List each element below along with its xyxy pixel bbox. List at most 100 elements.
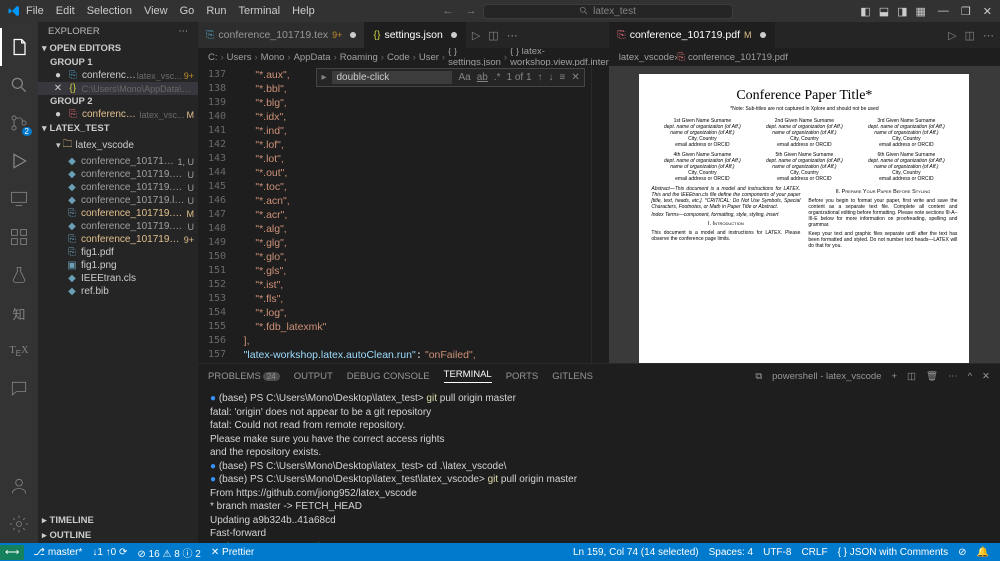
nav-fwd-icon[interactable]: →: [460, 5, 483, 17]
nav-back-icon[interactable]: ←: [437, 5, 460, 17]
prev-match-icon[interactable]: ↑: [538, 72, 543, 83]
tab-tex[interactable]: ⎘conference_101719.tex9+: [198, 22, 365, 48]
menu-selection[interactable]: Selection: [81, 5, 138, 17]
notifications-icon[interactable]: 🔔: [972, 547, 994, 558]
file-item[interactable]: ◆ref.bib: [38, 285, 198, 298]
file-item[interactable]: ◆conference_101719.bblU: [38, 168, 198, 181]
split-editor-icon[interactable]: ◫: [965, 29, 975, 42]
encoding[interactable]: UTF-8: [758, 547, 796, 558]
menu-run[interactable]: Run: [200, 5, 232, 17]
feedback-icon[interactable]: ⊘: [953, 547, 971, 558]
match-case-icon[interactable]: Aa: [458, 72, 470, 83]
file-item[interactable]: ◆conference_101719.aux1, U: [38, 155, 198, 168]
customize-layout-icon[interactable]: ▦: [916, 5, 926, 18]
panel-tab-ports[interactable]: PORTS: [506, 371, 539, 382]
command-center[interactable]: latex_test: [483, 4, 733, 19]
code-editor[interactable]: ▸ Aa ab .* 1 of 1 ↑ ↓ ≡ ✕ 13713813914014…: [198, 66, 609, 363]
file-item[interactable]: ◆conference_101719.blgU: [38, 181, 198, 194]
remote-indicator[interactable]: ⟷: [0, 545, 24, 560]
file-item[interactable]: ⎘fig1.pdf: [38, 246, 198, 259]
whole-word-icon[interactable]: ab: [477, 72, 488, 83]
file-item[interactable]: ◆conference_101719.logU: [38, 194, 198, 207]
panel-tab-terminal[interactable]: TERMINAL: [444, 369, 492, 383]
file-item[interactable]: ▣fig1.png: [38, 259, 198, 272]
pdf-canvas[interactable]: Conference Paper Title* *Note: Sub-title…: [609, 66, 1000, 363]
split-editor-icon[interactable]: ◫: [488, 29, 498, 42]
regex-icon[interactable]: .*: [494, 72, 501, 83]
find-input[interactable]: [332, 71, 452, 84]
explorer-icon[interactable]: [0, 28, 38, 66]
toggle-panel-icon[interactable]: ⬓: [879, 5, 889, 18]
more-icon[interactable]: ⋯: [983, 29, 994, 42]
problems-status[interactable]: ⊘ 16 ⚠ 8 ⓘ 2: [132, 545, 205, 560]
panel-tab-debug[interactable]: DEBUG CONSOLE: [347, 371, 430, 382]
terminal-profile-icon[interactable]: ⧉: [755, 371, 762, 382]
file-item[interactable]: ◆conference_101719.synctex.gzU: [38, 220, 198, 233]
folder-row[interactable]: ▾🗀latex_vscode: [38, 136, 198, 155]
file-item[interactable]: ◆IEEEtran.cls: [38, 272, 198, 285]
new-terminal-icon[interactable]: +: [891, 371, 897, 382]
open-editor-item[interactable]: ✕{}settings.jsonC:\Users\Mono\AppData\R.…: [38, 82, 198, 95]
scm-icon[interactable]: 2: [0, 104, 38, 142]
terminal[interactable]: ● (base) PS C:\Users\Mono\Desktop\latex_…: [198, 388, 1000, 543]
menu-file[interactable]: File: [20, 5, 50, 17]
outline-section[interactable]: ▸OUTLINE: [38, 528, 198, 543]
git-sync[interactable]: ↓1 ↑0 ⟳: [87, 547, 132, 558]
pdf-breadcrumb[interactable]: latex_vscode›⎘conference_101719.pdf: [609, 48, 1000, 66]
menu-help[interactable]: Help: [286, 5, 321, 17]
open-editor-item[interactable]: ●⎘conference_101719.texlatex_vsc...9+: [38, 69, 198, 82]
tab-settings-json[interactable]: {}settings.json: [365, 22, 465, 48]
tab-pdf[interactable]: ⎘conference_101719.pdfM: [609, 22, 774, 48]
cursor-pos[interactable]: Ln 159, Col 74 (14 selected): [568, 547, 704, 558]
open-editor-item[interactable]: ●⎘conference_101719.pdflatex_vsc...M: [38, 108, 198, 121]
timeline-section[interactable]: ▸TIMELINE: [38, 513, 198, 528]
run-debug-icon[interactable]: [0, 142, 38, 180]
settings-icon[interactable]: [0, 505, 38, 543]
minimap[interactable]: [591, 66, 609, 363]
accounts-icon[interactable]: [0, 467, 38, 505]
split-terminal-icon[interactable]: ◫: [907, 371, 916, 382]
run-icon[interactable]: ▷: [948, 29, 956, 42]
project-section[interactable]: ▾LATEX_TEST: [38, 121, 198, 136]
more-icon[interactable]: ⋯: [179, 26, 189, 37]
close-panel-icon[interactable]: ✕: [982, 371, 990, 382]
comments-icon[interactable]: [0, 370, 38, 408]
more-icon[interactable]: ⋯: [507, 29, 518, 42]
menu-view[interactable]: View: [138, 5, 174, 17]
panel-tab-problems[interactable]: PROBLEMS24: [208, 371, 280, 382]
lang-mode[interactable]: { } JSON with Comments: [833, 547, 954, 558]
terminal-shell-label[interactable]: powershell - latex_vscode: [772, 371, 881, 382]
close-icon[interactable]: ✕: [983, 5, 992, 18]
eol[interactable]: CRLF: [796, 547, 832, 558]
search-icon[interactable]: [0, 66, 38, 104]
maximize-icon[interactable]: ❐: [961, 5, 971, 18]
next-match-icon[interactable]: ↓: [549, 72, 554, 83]
file-item[interactable]: ⎘conference_101719.pdfM: [38, 207, 198, 220]
zhihu-icon[interactable]: 知: [0, 294, 38, 332]
minimize-icon[interactable]: ―: [938, 5, 949, 18]
expand-find-icon[interactable]: ▸: [321, 72, 326, 83]
more-icon[interactable]: ⋯: [948, 371, 958, 382]
maximize-panel-icon[interactable]: ^: [968, 371, 972, 382]
menu-terminal[interactable]: Terminal: [233, 5, 287, 17]
tex-ext-icon[interactable]: TEX: [0, 332, 38, 370]
panel-tab-gitlens[interactable]: GITLENS: [552, 371, 593, 382]
git-branch[interactable]: ⎇ master*: [28, 547, 87, 558]
open-editors-section[interactable]: ▾OPEN EDITORS: [38, 41, 198, 56]
testing-icon[interactable]: [0, 256, 38, 294]
menu-edit[interactable]: Edit: [50, 5, 81, 17]
run-icon[interactable]: ▷: [472, 29, 480, 42]
prettier-status[interactable]: ✕ Prettier: [206, 547, 259, 558]
menu-go[interactable]: Go: [174, 5, 201, 17]
toggle-sidebar-right-icon[interactable]: ◨: [897, 5, 907, 18]
toggle-sidebar-left-icon[interactable]: ◧: [860, 5, 870, 18]
file-item[interactable]: ⎘conference_101719.tex9+: [38, 233, 198, 246]
kill-terminal-icon[interactable]: 🗑: [926, 371, 938, 382]
remote-explorer-icon[interactable]: [0, 180, 38, 218]
close-find-icon[interactable]: ✕: [571, 72, 579, 83]
extensions-icon[interactable]: [0, 218, 38, 256]
panel-tab-output[interactable]: OUTPUT: [294, 371, 333, 382]
indent[interactable]: Spaces: 4: [704, 547, 758, 558]
find-selection-icon[interactable]: ≡: [560, 72, 566, 83]
breadcrumb[interactable]: C:›Users›Mono›AppData›Roaming›Code›User›…: [198, 48, 609, 66]
